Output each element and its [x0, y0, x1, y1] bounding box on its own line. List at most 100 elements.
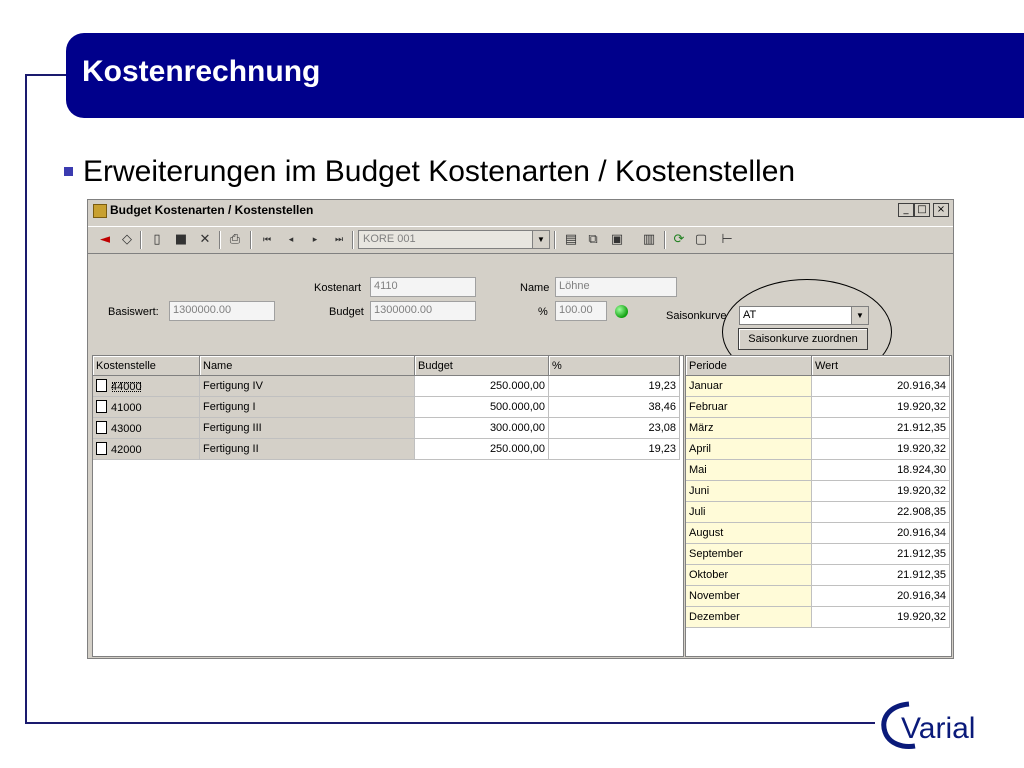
wert-cell[interactable]: 19.920,32: [811, 396, 950, 418]
periode-cell[interactable]: Januar: [686, 375, 812, 397]
name-field[interactable]: Löhne: [555, 277, 677, 297]
print-preview-icon[interactable]: ▥: [640, 231, 658, 249]
percent-field[interactable]: 100.00: [555, 301, 607, 321]
kostenstelle-cell[interactable]: 41000: [93, 396, 200, 418]
budget-cell[interactable]: 250.000,00: [414, 375, 549, 397]
close-button[interactable]: ×: [933, 203, 949, 217]
save-icon[interactable]: ■: [172, 231, 190, 249]
budget-cell[interactable]: 250.000,00: [414, 438, 549, 460]
previous-record-icon[interactable]: ◂: [282, 231, 300, 249]
maximize-button[interactable]: □: [914, 203, 930, 217]
table-row[interactable]: Juli 22.908,35: [686, 501, 950, 523]
mandant-combobox[interactable]: KORE 001 ▼: [358, 230, 550, 249]
name-cell[interactable]: Fertigung III: [199, 417, 415, 439]
percent-cell[interactable]: 19,23: [548, 438, 680, 460]
table-row[interactable]: August 20.916,34: [686, 522, 950, 544]
wert-cell[interactable]: 19.920,32: [811, 480, 950, 502]
last-record-icon[interactable]: ⏭: [330, 231, 348, 249]
periode-cell[interactable]: Oktober: [686, 564, 812, 586]
export-icon[interactable]: ▣: [608, 231, 626, 249]
column-header[interactable]: Kostenstelle: [93, 356, 200, 376]
table-row[interactable]: März 21.912,35: [686, 417, 950, 439]
table-row[interactable]: April 19.920,32: [686, 438, 950, 460]
periode-cell[interactable]: Dezember: [686, 606, 812, 628]
column-header[interactable]: Wert: [811, 356, 950, 376]
column-header[interactable]: %: [548, 356, 680, 376]
saisonkurve-combobox[interactable]: AT ▼: [739, 306, 869, 325]
next-record-icon[interactable]: ▸: [306, 231, 324, 249]
budget-cell[interactable]: 300.000,00: [414, 417, 549, 439]
table-row[interactable]: 41000 Fertigung I 500.000,00 38,46: [93, 396, 680, 418]
periode-cell[interactable]: Februar: [686, 396, 812, 418]
table-row[interactable]: 44000 Fertigung IV 250.000,00 19,23: [93, 375, 680, 397]
bullet-square-icon: [64, 167, 73, 176]
periode-cell[interactable]: September: [686, 543, 812, 565]
kostenstelle-cell[interactable]: 42000: [93, 438, 200, 460]
properties-icon[interactable]: ▤: [562, 231, 580, 249]
percent-cell[interactable]: 38,46: [548, 396, 680, 418]
budget-cell[interactable]: 500.000,00: [414, 396, 549, 418]
chevron-down-icon[interactable]: ▼: [851, 307, 868, 324]
wert-cell[interactable]: 20.916,34: [811, 522, 950, 544]
percent-cell[interactable]: 19,23: [548, 375, 680, 397]
table-row[interactable]: September 21.912,35: [686, 543, 950, 565]
table-row[interactable]: Oktober 21.912,35: [686, 564, 950, 586]
saisonkurve-zuordnen-button[interactable]: Saisonkurve zuordnen: [738, 328, 868, 350]
table-row[interactable]: Juni 19.920,32: [686, 480, 950, 502]
wert-cell[interactable]: 21.912,35: [811, 543, 950, 565]
wert-cell[interactable]: 20.916,34: [811, 375, 950, 397]
table-row[interactable]: Februar 19.920,32: [686, 396, 950, 418]
wert-cell[interactable]: 19.920,32: [811, 438, 950, 460]
saisonkurve-value: AT: [743, 309, 757, 321]
kostenart-field[interactable]: 4110: [370, 277, 476, 297]
print-icon[interactable]: ⎙: [226, 231, 244, 249]
budget-field[interactable]: 1300000.00: [370, 301, 476, 321]
column-header[interactable]: Budget: [414, 356, 549, 376]
slide-title: Kostenrechnung: [82, 55, 321, 88]
name-cell[interactable]: Fertigung IV: [199, 375, 415, 397]
back-arrow-icon[interactable]: ◄: [96, 231, 114, 249]
basiswert-label: Basiswert:: [108, 306, 159, 318]
wert-cell[interactable]: 20.916,34: [811, 585, 950, 607]
logo-text: Varial: [901, 712, 975, 745]
copy-icon[interactable]: ⧉: [584, 231, 602, 249]
column-header[interactable]: Periode: [686, 356, 812, 376]
kostenstelle-number: 44000: [111, 381, 142, 393]
perioden-grid: Periode Wert Januar 20.916,34 Februar 19.9…: [685, 355, 952, 657]
table-row[interactable]: Mai 18.924,30: [686, 459, 950, 481]
wert-cell[interactable]: 21.912,35: [811, 417, 950, 439]
column-header[interactable]: Name: [199, 356, 415, 376]
eraser-icon[interactable]: ◇: [118, 231, 136, 249]
new-document-icon[interactable]: ▯: [148, 231, 166, 249]
name-cell[interactable]: Fertigung I: [199, 396, 415, 418]
table-header-row: Periode Wert: [686, 356, 950, 376]
periode-cell[interactable]: Juni: [686, 480, 812, 502]
periode-cell[interactable]: April: [686, 438, 812, 460]
periode-cell[interactable]: November: [686, 585, 812, 607]
table-row[interactable]: Dezember 19.920,32: [686, 606, 950, 628]
table-row[interactable]: Januar 20.916,34: [686, 375, 950, 397]
basiswert-field[interactable]: 1300000.00: [169, 301, 275, 321]
chevron-down-icon[interactable]: ▼: [532, 231, 549, 248]
table-row[interactable]: 43000 Fertigung III 300.000,00 23,08: [93, 417, 680, 439]
table-row[interactable]: 42000 Fertigung II 250.000,00 19,23: [93, 438, 680, 460]
percent-cell[interactable]: 23,08: [548, 417, 680, 439]
kostenstelle-cell[interactable]: 43000: [93, 417, 200, 439]
first-record-icon[interactable]: ⏮: [258, 231, 276, 249]
name-cell[interactable]: Fertigung II: [199, 438, 415, 460]
window-icon[interactable]: ▢: [692, 231, 710, 249]
periode-cell[interactable]: März: [686, 417, 812, 439]
minimize-button[interactable]: _: [898, 203, 914, 217]
periode-cell[interactable]: Juli: [686, 501, 812, 523]
kostenstelle-cell[interactable]: 44000: [93, 375, 200, 397]
wert-cell[interactable]: 22.908,35: [811, 501, 950, 523]
periode-cell[interactable]: Mai: [686, 459, 812, 481]
periode-cell[interactable]: August: [686, 522, 812, 544]
table-row[interactable]: November 20.916,34: [686, 585, 950, 607]
wert-cell[interactable]: 21.912,35: [811, 564, 950, 586]
wert-cell[interactable]: 19.920,32: [811, 606, 950, 628]
wert-cell[interactable]: 18.924,30: [811, 459, 950, 481]
delete-icon[interactable]: ✕: [196, 231, 214, 249]
tree-icon[interactable]: ⊢: [718, 231, 736, 249]
refresh-icon[interactable]: ⟳: [670, 231, 688, 249]
